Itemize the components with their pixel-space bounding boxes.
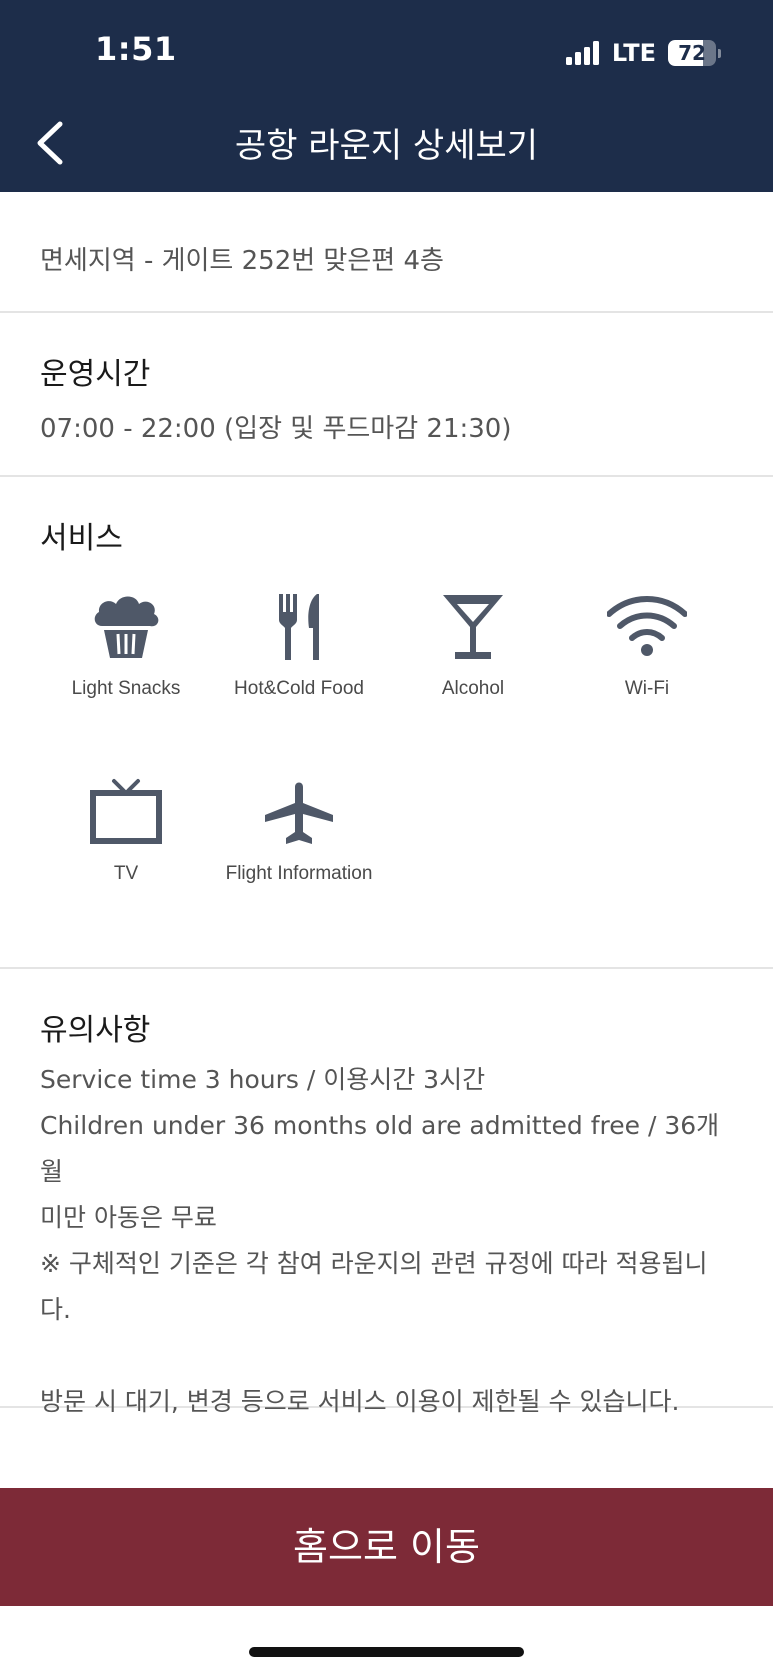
home-button[interactable]: 홈으로 이동 [0,1488,773,1606]
service-label: Wi-Fi [624,678,670,699]
location-text: 면세지역 - 게이트 252번 맞은편 4층 [40,246,444,276]
notice-line: 미만 아동은 무료 [40,1203,217,1232]
notice-line: ※ 구체적인 기준은 각 참여 라운지의 관련 규정에 따라 적용됩니 [40,1249,708,1278]
notice-line: 다. [40,1295,71,1324]
service-label: Hot&Cold Food [234,678,364,699]
service-item-hot-cold-food: Hot&Cold Food [212,592,386,700]
service-item-flight-information: Flight Information [212,777,386,885]
service-label: Flight Information [225,863,373,884]
home-indicator[interactable] [249,1647,524,1657]
notice-spacer [40,1333,740,1379]
hours-section: 운영시간 07:00 - 22:00 (입장 및 푸드마감 21:30) [0,313,773,477]
location-section: 면세지역 - 게이트 252번 맞은편 4층 [0,192,773,313]
network-type: LTE [611,39,656,67]
status-time: 1:51 [95,30,177,68]
service-section: 서비스 Light Snacks Hot&Cold Food Alcohol W… [0,477,773,969]
service-item-alcohol: Alcohol [386,592,560,700]
battery-level: 72 [678,41,706,65]
notice-line: 방문 시 대기, 변경 등으로 서비스 이용이 제한될 수 있습니다. [40,1387,680,1416]
service-label: Alcohol [441,678,505,699]
cocktail-icon [443,595,503,659]
service-item-wifi: Wi-Fi [560,592,734,700]
fork-knife-icon [279,594,319,660]
header: 1:51 LTE 72 공항 라운지 상세보기 [0,0,773,192]
battery-icon: 72 [668,40,716,66]
tv-icon [90,779,162,844]
status-indicators: LTE 72 [565,36,721,70]
page-title: 공항 라운지 상세보기 [234,126,539,166]
signal-icon [565,41,602,65]
service-item-light-snacks: Light Snacks [39,592,213,700]
wifi-icon [607,596,687,656]
service-title: 서비스 [40,521,123,556]
battery-tip [718,48,721,58]
notice-title: 유의사항 [40,1013,151,1048]
cupcake-icon [94,596,159,658]
hours-text: 07:00 - 22:00 (입장 및 푸드마감 21:30) [40,414,512,444]
notice-line: Service time 3 hours / 이용시간 3시간 [40,1065,486,1094]
notice-text: Service time 3 hours / 이용시간 3시간 Children… [40,1057,740,1425]
service-label: Light Snacks [71,678,181,699]
service-label: TV [113,863,139,884]
notice-line: Children under 36 months old are admitte… [40,1111,720,1186]
notice-section: 유의사항 Service time 3 hours / 이용시간 3시간 Chi… [0,969,773,1416]
service-item-tv: TV [39,777,213,885]
hours-title: 운영시간 [40,357,151,392]
airplane-icon [265,782,333,844]
